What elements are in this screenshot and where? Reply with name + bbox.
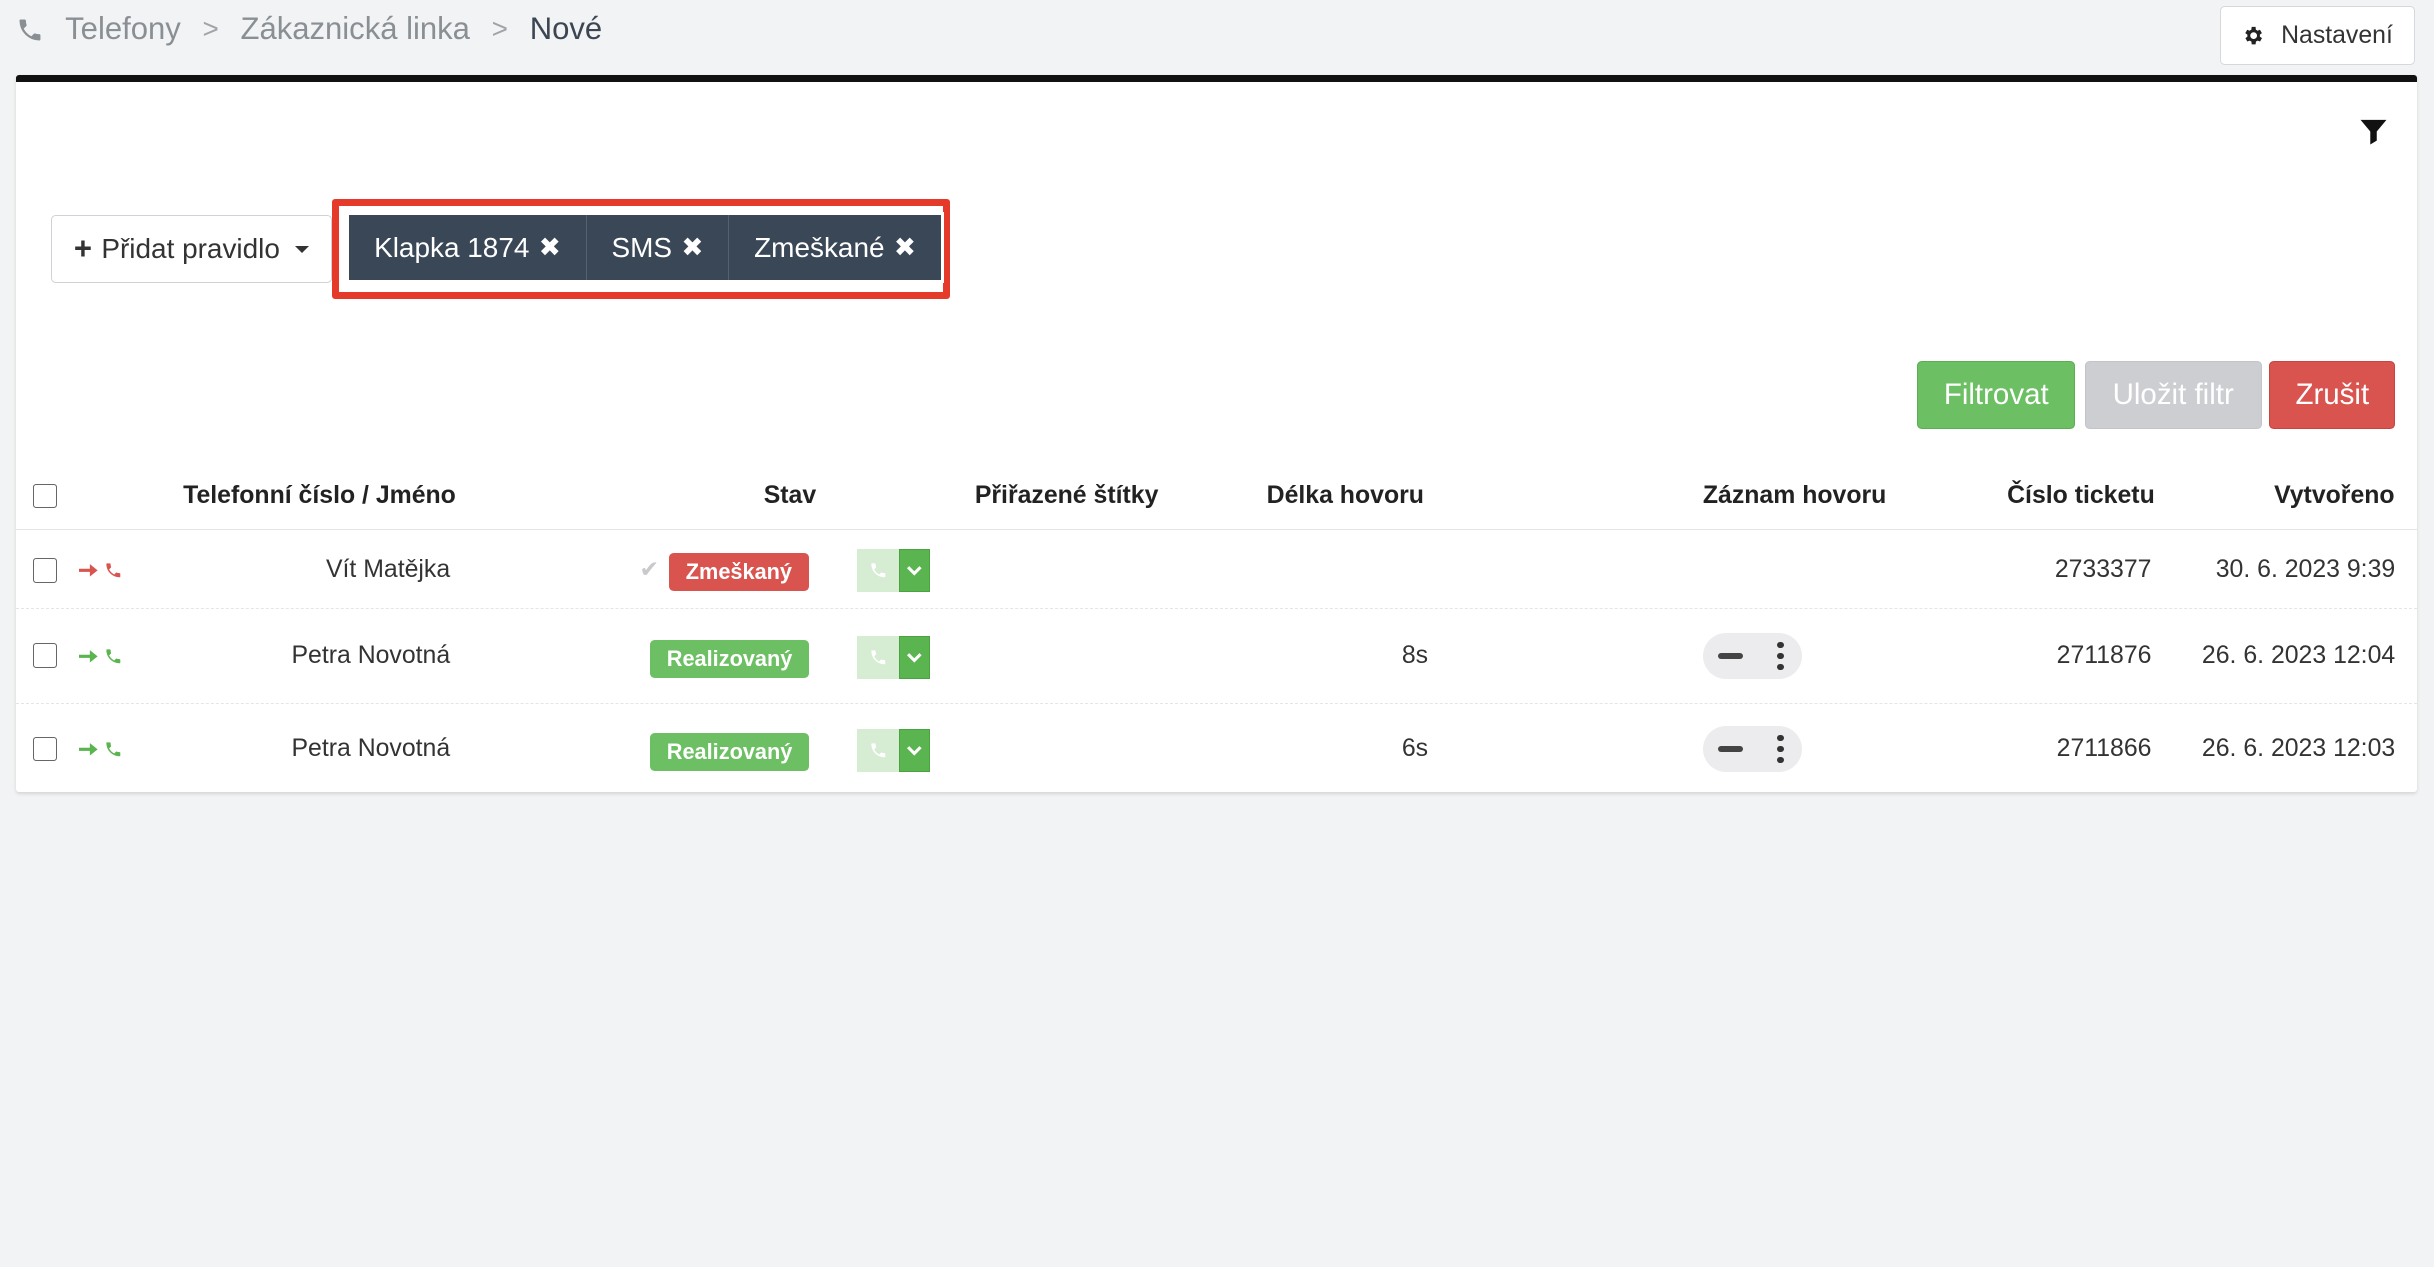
row-created: 26. 6. 2023 12:04 [2201, 641, 2396, 669]
filter-chips: Klapka 1874 ✖ SMS ✖ Zmeškané ✖ [346, 211, 944, 284]
column-duration[interactable]: Délka hovoru [1267, 482, 1424, 510]
close-icon[interactable]: ✖ [539, 232, 561, 263]
filter-chip-sms[interactable]: SMS ✖ [586, 214, 730, 281]
chevron-down-icon [906, 653, 922, 663]
row-name[interactable]: Vít Matějka [326, 556, 450, 584]
breadcrumb-separator: > [491, 13, 508, 45]
call-action-split[interactable] [856, 635, 930, 680]
breadcrumb: Telefony > Zákaznická linka > Nové [16, 9, 603, 49]
call-direction [79, 647, 122, 666]
breadcrumb-item-zakaznicka-linka[interactable]: Zákaznická linka [241, 11, 470, 47]
call-button[interactable] [856, 635, 899, 680]
row-checkbox[interactable] [32, 736, 58, 762]
arrow-right-icon [79, 564, 98, 577]
call-dropdown-button[interactable] [898, 728, 930, 773]
row-created: 30. 6. 2023 9:39 [2215, 556, 2396, 584]
call-action-split[interactable] [856, 548, 930, 593]
status-badge: Zmeškaný [669, 553, 809, 591]
breadcrumb-item-nove: Nové [529, 11, 603, 47]
recording-bar [1718, 745, 1744, 753]
table-row[interactable]: Vít Matějka ✔ Zmeškaný 2733377 30. 6. 20… [15, 532, 2417, 610]
chip-label: Klapka 1874 [374, 231, 530, 263]
check-icon: ✔ [639, 556, 660, 583]
phone-icon [106, 741, 121, 756]
row-name[interactable]: Petra Novotná [291, 642, 450, 670]
cancel-button[interactable]: Zrušit [2269, 360, 2396, 430]
main-panel: + Přidat pravidlo Klapka 1874 ✖ SMS ✖ Zm… [15, 74, 2417, 792]
column-recording[interactable]: Záznam hovoru [1703, 482, 1886, 510]
more-icon[interactable] [1777, 641, 1784, 670]
phone-icon [870, 743, 885, 758]
table-header: Telefonní číslo / Jméno Stav Přiřazené š… [15, 457, 2417, 531]
filter-chip-klapka[interactable]: Klapka 1874 ✖ [349, 214, 587, 281]
call-action-split[interactable] [856, 728, 930, 773]
table-row[interactable]: Petra Novotná Realizovaný 8s 2711876 26.… [15, 611, 2417, 704]
call-dropdown-button[interactable] [898, 635, 930, 680]
add-rule-label: Přidat pravidlo [101, 233, 280, 265]
phone-icon [870, 563, 885, 578]
call-button[interactable] [856, 728, 899, 773]
chevron-down-icon [906, 746, 922, 756]
row-ticket[interactable]: 2711876 [2057, 642, 2152, 670]
save-filter-button[interactable]: Uložit filtr [2084, 360, 2262, 430]
gear-icon [2245, 26, 2263, 45]
column-ticket[interactable]: Číslo ticketu [2007, 482, 2155, 510]
row-created: 26. 6. 2023 12:03 [2201, 735, 2396, 762]
status-badge: Realizovaný [650, 733, 809, 771]
phone-icon [19, 19, 40, 40]
recording-player[interactable] [1702, 725, 1803, 773]
row-name[interactable]: Petra Novotná [291, 735, 450, 763]
settings-button[interactable]: Nastavení [2219, 6, 2416, 66]
call-dropdown-button[interactable] [898, 548, 930, 593]
phone-icon [106, 563, 121, 578]
chip-label: SMS [611, 231, 673, 263]
row-duration: 8s [1401, 641, 1429, 669]
phone-icon [870, 650, 885, 665]
column-phone[interactable]: Telefonní číslo / Jméno [183, 482, 456, 510]
breadcrumb-item-telefony[interactable]: Telefony [65, 11, 181, 47]
filter-button[interactable]: Filtrovat [1917, 360, 2076, 430]
caret-down-icon [295, 245, 310, 253]
filter-chip-zmeskane[interactable]: Zmeškané ✖ [729, 214, 941, 281]
close-icon[interactable]: ✖ [681, 232, 703, 263]
settings-label: Nastavení [2281, 21, 2393, 49]
row-checkbox[interactable] [32, 643, 58, 669]
breadcrumb-separator: > [202, 13, 219, 45]
row-duration: 6s [1401, 735, 1429, 762]
column-created[interactable]: Vytvořeno [2274, 482, 2395, 510]
phone-icon [106, 648, 121, 663]
recording-player[interactable] [1702, 632, 1803, 680]
funnel-icon[interactable] [2358, 116, 2389, 147]
call-direction [79, 740, 122, 759]
call-button[interactable] [856, 548, 899, 593]
add-rule-button[interactable]: + Přidat pravidlo [51, 214, 333, 284]
recording-bar [1718, 652, 1744, 659]
more-icon[interactable] [1777, 735, 1784, 763]
arrow-right-icon [79, 742, 98, 756]
page: Telefony > Zákaznická linka > Nové Nasta… [0, 0, 2434, 817]
row-ticket[interactable]: 2733377 [2055, 556, 2152, 584]
table-row[interactable]: Petra Novotná Realizovaný 6s 2711866 26.… [16, 706, 2417, 796]
chip-label: Zmeškané [754, 231, 885, 263]
status-badge: Realizovaný [650, 640, 809, 678]
plus-icon: + [73, 231, 93, 267]
row-ticket[interactable]: 2711866 [2057, 735, 2152, 763]
call-direction [79, 561, 122, 580]
column-tags[interactable]: Přiřazené štítky [975, 482, 1159, 510]
chevron-down-icon [906, 566, 922, 576]
column-status[interactable]: Stav [764, 482, 816, 510]
arrow-right-icon [79, 649, 98, 663]
close-icon[interactable]: ✖ [894, 232, 916, 263]
row-checkbox[interactable] [32, 558, 58, 583]
select-all-checkbox[interactable] [32, 483, 58, 509]
